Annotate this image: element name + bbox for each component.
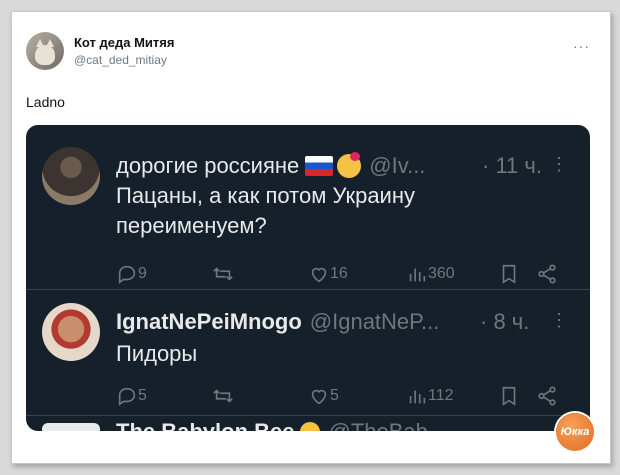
views-chart-icon	[409, 268, 426, 282]
like-button[interactable]: 16	[308, 263, 348, 285]
tweet-actions: 5 5 112	[116, 385, 556, 409]
tweet-text-line: Пацаны, а как потом Украину	[116, 183, 415, 208]
tweet-header: IgnatNePeiMnogo @IgnatNeP...	[116, 309, 439, 335]
post-text: Ladno	[26, 94, 65, 110]
tweet-text-line: переименуем?	[116, 213, 267, 238]
bookmark-icon	[502, 264, 516, 284]
view-count: 360	[428, 265, 455, 282]
tweet-header: The Babylon Bee @TheBab...	[116, 419, 446, 431]
views-chart-icon	[409, 390, 426, 404]
bookmark-icon	[502, 386, 516, 406]
views-button[interactable]: 112	[406, 385, 454, 407]
retweet-icon	[213, 389, 233, 403]
author-info: Кот деда Митяя @cat_ded_mitiay	[74, 35, 174, 67]
tweet-more-icon[interactable]: ⋮	[550, 310, 568, 331]
tweet-time[interactable]: · 11 ч.	[482, 153, 542, 179]
author-name[interactable]: Кот деда Митяя	[74, 35, 174, 50]
view-count: 112	[428, 387, 454, 404]
russian-flag-icon	[305, 156, 334, 176]
tweet-avatar[interactable]	[42, 303, 100, 361]
tweet-author-name[interactable]: IgnatNePeiMnogo	[116, 309, 302, 335]
like-count: 16	[330, 265, 348, 282]
tweet-text: Пидоры	[116, 339, 197, 369]
post-header: Кот деда Митяя @cat_ded_mitiay	[26, 32, 174, 70]
tweet-author-name[interactable]: The Babylon Bee	[116, 419, 294, 431]
heart-icon	[311, 267, 327, 283]
share-button[interactable]	[536, 263, 558, 285]
share-icon	[538, 386, 556, 406]
like-button[interactable]: 5	[308, 385, 339, 407]
cat-head	[35, 45, 55, 65]
retweet-button[interactable]	[212, 263, 234, 285]
like-count: 5	[330, 387, 339, 404]
reply-button[interactable]: 9	[116, 263, 147, 285]
author-avatar[interactable]	[26, 32, 64, 70]
tweet-handle[interactable]: @TheBab...	[328, 419, 446, 431]
tweet-avatar[interactable]	[42, 423, 100, 431]
tweet-handle[interactable]: @IgnatNeP...	[310, 309, 440, 335]
share-button[interactable]	[536, 385, 558, 407]
tweet-divider	[26, 289, 590, 290]
reply-count: 9	[138, 265, 147, 282]
bookmark-button[interactable]	[498, 263, 520, 285]
reply-count: 5	[138, 387, 147, 404]
tweet-avatar[interactable]	[42, 147, 100, 205]
post-card: Кот деда Митяя @cat_ded_mitiay ··· Ladno…	[11, 11, 611, 464]
tweet-author-name[interactable]: дорогие россияне	[116, 153, 299, 179]
more-options-icon[interactable]: ···	[573, 38, 590, 54]
embedded-screenshot: дорогие россияне @Iv... · 11 ч. ⋮ Пацаны…	[26, 125, 590, 431]
tweet-actions: 9 16 360	[116, 263, 556, 287]
heart-icon	[311, 389, 327, 405]
retweet-icon	[213, 267, 233, 281]
share-icon	[538, 264, 556, 284]
tweet-divider	[26, 415, 590, 416]
tweet-text: Пацаны, а как потом Украину переименуем?	[116, 181, 415, 241]
tweet-handle[interactable]: @Iv...	[369, 153, 425, 179]
smiling-hearts-emoji-icon	[337, 152, 362, 178]
reply-button[interactable]: 5	[116, 385, 147, 407]
tweet-more-icon[interactable]: ⋮	[550, 154, 568, 175]
views-button[interactable]: 360	[406, 263, 455, 285]
verified-badge-icon	[300, 422, 321, 431]
tweet-text-line: Пидоры	[116, 341, 198, 366]
reply-icon	[118, 265, 136, 284]
tweet-time[interactable]: · 8 ч.	[480, 309, 529, 335]
watermark-logo: Юкка	[556, 413, 594, 451]
retweet-button[interactable]	[212, 385, 234, 407]
author-handle[interactable]: @cat_ded_mitiay	[74, 53, 174, 67]
bookmark-button[interactable]	[498, 385, 520, 407]
tweet-header: дорогие россияне @Iv...	[116, 152, 425, 179]
reply-icon	[118, 387, 136, 406]
